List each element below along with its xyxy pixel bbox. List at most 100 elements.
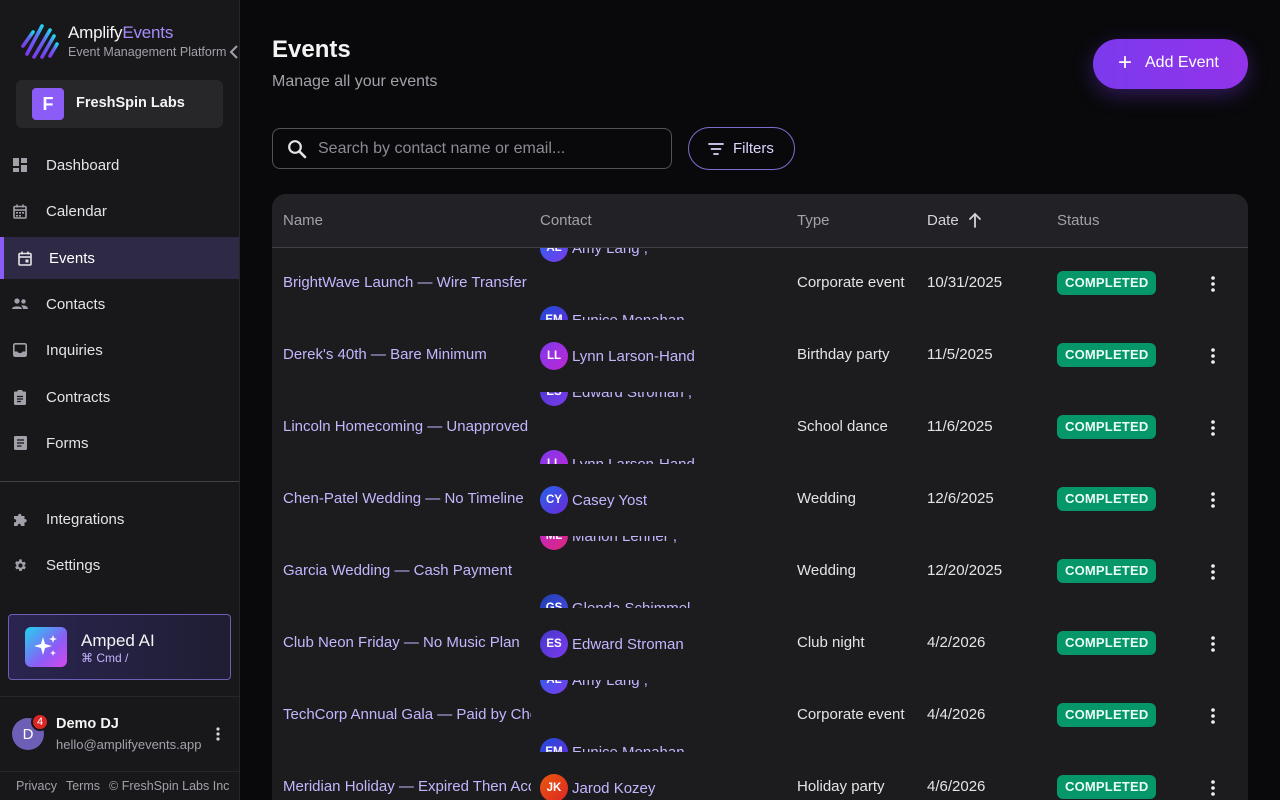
nav-item-events[interactable]: Events [0,237,239,279]
event-name-link[interactable]: BrightWave Launch — Wire Transfer [283,274,531,291]
contact-cell: ML Marion Lehner , GS Glenda Schimmel , [540,536,790,608]
nav-item-integrations[interactable]: Integrations [0,498,239,540]
dashboard-icon [12,157,28,173]
status-badge: COMPLETED [1057,631,1157,655]
nav-label: Dashboard [46,156,120,174]
table-row[interactable]: Club Neon Friday — No Music Plan ES Edward… [272,608,1248,680]
contact-avatar: LL [540,450,568,464]
nav-item-contracts[interactable]: Contracts [0,376,239,418]
gear-icon [12,557,28,573]
filters-label: Filters [733,140,774,157]
row-menu-button[interactable] [1208,274,1218,294]
event-name-link[interactable]: TechCorp Annual Gala — Paid by Check [283,706,531,723]
event-name-link[interactable]: Chen-Patel Wedding — No Timeline [283,490,531,507]
nav-label: Settings [46,556,101,574]
contact-cell: JK Jarod Kozey [540,752,790,800]
contact-chip[interactable]: ML Marion Lehner , [540,536,677,550]
amplify-logo-icon [21,24,59,59]
app: AmplifyEvents Event Management Platform … [0,0,1280,800]
event-name-link[interactable]: Garcia Wedding — Cash Payment [283,562,531,579]
table-row[interactable]: TechCorp Annual Gala — Paid by Check AL Am… [272,680,1248,752]
contact-chip[interactable]: AL Amy Lang , [540,680,648,694]
filters-button[interactable]: Filters [688,127,795,170]
arrow-up-icon[interactable] [968,212,982,228]
row-menu-button[interactable] [1208,634,1218,654]
table-row[interactable]: Lincoln Homecoming — Unapproved ES Edward … [272,392,1248,464]
column-header-date[interactable]: Date [927,212,959,229]
table-row[interactable]: Derek's 40th — Bare Minimum LL Lynn Larson… [272,320,1248,392]
event-type: Wedding [797,490,856,507]
contact-chip[interactable]: JK Jarod Kozey [540,774,655,800]
amped-ai-card[interactable]: Amped AI ⌘ Cmd / [8,614,231,680]
row-menu-button[interactable] [1208,778,1218,798]
nav-item-dashboard[interactable]: Dashboard [0,144,239,186]
more-vertical-icon [1211,420,1215,436]
event-name-link[interactable]: Lincoln Homecoming — Unapproved [283,418,531,435]
column-header-name[interactable]: Name [283,212,323,229]
org-switcher[interactable]: F FreshSpin Labs [16,80,223,128]
user-email: hello@amplifyevents.app [56,737,202,752]
search-box [272,128,672,169]
event-date: 12/20/2025 [927,562,1003,579]
contact-chip[interactable]: ES Edward Stroman , [540,392,692,406]
nav-item-settings[interactable]: Settings [0,544,239,586]
sidebar-divider [0,481,239,482]
contact-name: Amy Lang , [572,248,648,257]
table-row[interactable]: Meridian Holiday — Expired Then Accepted… [272,752,1248,800]
contact-chip[interactable]: EM Eunice Monahan [540,738,685,752]
page-title: Events [272,36,351,63]
contact-chip[interactable]: GS Glenda Schimmel , [540,594,699,608]
user-menu-button[interactable] [212,725,224,743]
contact-chip[interactable]: AL Amy Lang , [540,248,648,262]
row-menu-button[interactable] [1208,706,1218,726]
row-menu-button[interactable] [1208,418,1218,438]
contact-chip[interactable]: ES Edward Stroman [540,630,684,658]
table-body: BrightWave Launch — Wire Transfer AL Amy L… [272,248,1248,800]
event-type: Holiday party [797,778,885,795]
contact-avatar: AL [540,248,568,262]
status-badge: COMPLETED [1057,415,1157,439]
contact-chip[interactable]: CY Casey Yost [540,486,647,514]
event-name-link[interactable]: Meridian Holiday — Expired Then Accepted [283,778,531,795]
contact-avatar: AL [540,680,568,694]
event-name-link[interactable]: Derek's 40th — Bare Minimum [283,346,531,363]
add-event-button[interactable]: + Add Event [1093,39,1248,89]
event-type: School dance [797,418,888,435]
ai-title: Amped AI [81,631,155,650]
nav-item-forms[interactable]: Forms [0,422,239,464]
search-input[interactable] [318,137,658,161]
status-badge: COMPLETED [1057,343,1157,367]
row-menu-button[interactable] [1208,346,1218,366]
collapse-sidebar-button[interactable] [224,42,244,62]
terms-link[interactable]: Terms [66,779,100,793]
nav-label: Forms [46,434,89,452]
user-name: Demo DJ [56,716,119,732]
row-menu-button[interactable] [1208,490,1218,510]
nav-item-calendar[interactable]: Calendar [0,190,239,232]
row-menu-button[interactable] [1208,562,1218,582]
contact-chip[interactable]: LL Lynn Larson-Hand [540,342,695,370]
clipboard-icon [12,389,28,405]
event-date: 11/6/2025 [927,418,993,435]
people-icon [12,296,28,312]
table-row[interactable]: BrightWave Launch — Wire Transfer AL Amy L… [272,248,1248,320]
user-divider [0,696,239,697]
contact-name: Marion Lehner , [572,536,678,545]
event-type: Club night [797,634,865,651]
table-row[interactable]: Chen-Patel Wedding — No Timeline CY Casey … [272,464,1248,536]
column-header-type[interactable]: Type [797,212,830,229]
nav-label: Integrations [46,510,125,528]
nav-item-contacts[interactable]: Contacts [0,283,239,325]
brand: AmplifyEvents Event Management Platform [20,20,238,64]
org-name: FreshSpin Labs [76,95,185,111]
contact-chip[interactable]: EM Eunice Monahan [540,306,685,320]
event-name-link[interactable]: Club Neon Friday — No Music Plan [283,634,531,651]
contact-chip[interactable]: LL Lynn Larson-Hand [540,450,695,464]
privacy-link[interactable]: Privacy [16,779,57,793]
column-header-contact[interactable]: Contact [540,212,592,229]
table-row[interactable]: Garcia Wedding — Cash Payment ML Marion Le… [272,536,1248,608]
contact-avatar: GS [540,594,568,608]
nav-item-inquiries[interactable]: Inquiries [0,329,239,371]
column-header-status[interactable]: Status [1057,212,1100,229]
nav-label: Contracts [46,388,111,406]
